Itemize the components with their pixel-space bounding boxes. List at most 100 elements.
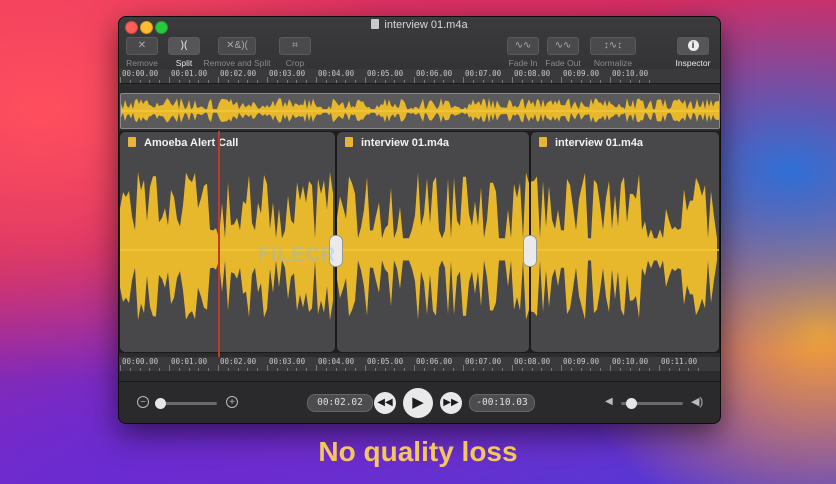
zoom-slider-knob[interactable] <box>155 398 166 409</box>
ruler-tick <box>639 368 641 371</box>
ruler-tick <box>316 365 317 371</box>
crop-tool[interactable]: ⌗ Crop <box>277 37 313 68</box>
split-tool[interactable]: )( Split <box>165 37 203 68</box>
ruler-tick <box>649 368 651 371</box>
ruler-tick-label: 00:01.00 <box>171 69 208 78</box>
zoom-slider[interactable] <box>155 398 217 409</box>
remove-and-split-icon[interactable]: ✕&)( <box>218 37 256 55</box>
zoom-out-icon[interactable]: − <box>137 396 149 408</box>
ruler-tick <box>512 77 513 83</box>
normalize-label: Normalize <box>593 58 633 68</box>
ruler-tick <box>267 365 268 371</box>
watermark: FILECR <box>258 244 337 266</box>
fade-out-tool[interactable]: ∿∿ Fade Out <box>543 37 583 68</box>
remaining-time-display: -00:10.03 <box>469 394 535 412</box>
playhead[interactable] <box>218 131 220 367</box>
overview-waveform-graphic <box>121 98 719 123</box>
ruler-tick-label: 00:08.00 <box>514 69 551 78</box>
ruler-tick-label: 00:06.00 <box>416 357 453 366</box>
clip-header: interview 01.m4a <box>531 132 719 154</box>
ruler-tick-label: 00:03.00 <box>269 357 306 366</box>
ruler-tick <box>208 80 210 83</box>
clip-interview-01-a[interactable]: interview 01.m4a <box>336 131 530 353</box>
timeline-ruler-top[interactable]: 00:00.00 00:01.00 00:02.00 00:03.00 00:04.00… <box>119 69 720 83</box>
rewind-button[interactable]: ◀◀ <box>374 392 396 414</box>
ruler-tick-label: 00:08.00 <box>514 357 551 366</box>
remove-tool[interactable]: ✕ Remove <box>123 37 161 68</box>
ruler-tick <box>600 368 602 371</box>
ruler-tick <box>502 368 504 371</box>
ruler-tick-label: 00:06.00 <box>416 69 453 78</box>
clip-waveform <box>531 172 719 320</box>
remove-and-split-label: Remove and Split <box>203 58 271 68</box>
volume-low-icon: ◀ <box>605 396 613 407</box>
ruler-tick <box>247 80 249 83</box>
inspector-tool[interactable]: i Inspector <box>671 37 715 68</box>
ruler-tick <box>453 80 455 83</box>
ruler-tick <box>169 77 170 83</box>
play-button[interactable]: ▶ <box>403 388 433 418</box>
fade-in-tool[interactable]: ∿∿ Fade In <box>505 37 541 68</box>
ruler-tick <box>541 80 543 83</box>
ruler-tick <box>512 365 513 371</box>
overview-waveform[interactable] <box>120 93 720 129</box>
split-icon[interactable]: )( <box>168 37 200 55</box>
ruler-tick <box>521 368 523 371</box>
ruler-tick <box>384 80 386 83</box>
ruler-tick <box>355 368 357 371</box>
ruler-tick <box>414 77 415 83</box>
clip-amoeba-alert-call[interactable]: Amoeba Alert Call <box>119 131 336 353</box>
normalize-icon[interactable]: ↕∿↕ <box>590 37 636 55</box>
ruler-tick <box>404 80 406 83</box>
clip-join-handle[interactable] <box>523 235 537 267</box>
rewind-icon: ◀◀ <box>377 397 393 408</box>
ruler-tick <box>139 80 141 83</box>
ruler-tick <box>561 77 562 83</box>
ruler-tick-label: 00:11.00 <box>661 357 698 366</box>
ruler-tick <box>629 80 631 83</box>
document-icon <box>371 19 380 29</box>
clip-waveform <box>337 172 529 320</box>
ruler-tick <box>404 368 406 371</box>
ruler-tick <box>355 80 357 83</box>
clip-interview-01-b[interactable]: interview 01.m4a <box>530 131 720 353</box>
ruler-tick <box>345 80 347 83</box>
remove-and-split-tool[interactable]: ✕&)( Remove and Split <box>199 37 275 68</box>
remove-label: Remove <box>126 58 158 68</box>
remove-icon[interactable]: ✕ <box>126 37 158 55</box>
ruler-tick <box>600 80 602 83</box>
ruler-tick-label: 00:02.00 <box>220 357 257 366</box>
volume-slider[interactable] <box>621 398 683 409</box>
ruler-tick <box>325 80 327 83</box>
ruler-tick-label: 00:07.00 <box>465 69 502 78</box>
ruler-tick-label: 00:02.00 <box>220 69 257 78</box>
ruler-tick <box>247 368 249 371</box>
ruler-tick <box>414 365 415 371</box>
inspector-button[interactable]: i <box>677 37 709 55</box>
audio-file-icon <box>128 137 136 147</box>
crop-icon[interactable]: ⌗ <box>279 37 311 55</box>
fade-out-icon[interactable]: ∿∿ <box>547 37 579 55</box>
waveform-path <box>337 172 529 320</box>
ruler-tick <box>580 368 582 371</box>
ruler-tick <box>433 80 435 83</box>
ruler-tick <box>188 80 190 83</box>
ruler-tick-label: 00:00.00 <box>122 357 159 366</box>
fast-forward-button[interactable]: ▶▶ <box>440 392 462 414</box>
ruler-tick <box>492 80 494 83</box>
zoom-in-icon[interactable]: + <box>226 396 238 408</box>
ruler-tick <box>296 80 298 83</box>
ruler-tick <box>619 368 621 371</box>
clips-area[interactable]: Amoeba Alert Call interview 01.m4a inter… <box>119 131 720 353</box>
ruler-tick <box>423 368 425 371</box>
ruler-tick <box>178 80 180 83</box>
volume-slider-knob[interactable] <box>626 398 638 409</box>
timeline-ruler-bottom[interactable]: 00:00.00 00:01.00 00:02.00 00:03.00 00:04.00… <box>119 357 720 371</box>
ruler-tick <box>129 368 131 371</box>
fade-in-icon[interactable]: ∿∿ <box>507 37 539 55</box>
ruler-tick <box>688 368 690 371</box>
ruler-tick <box>286 80 288 83</box>
normalize-tool[interactable]: ↕∿↕ Normalize <box>589 37 637 68</box>
ruler-tick <box>159 80 161 83</box>
ruler-tick <box>649 80 651 83</box>
